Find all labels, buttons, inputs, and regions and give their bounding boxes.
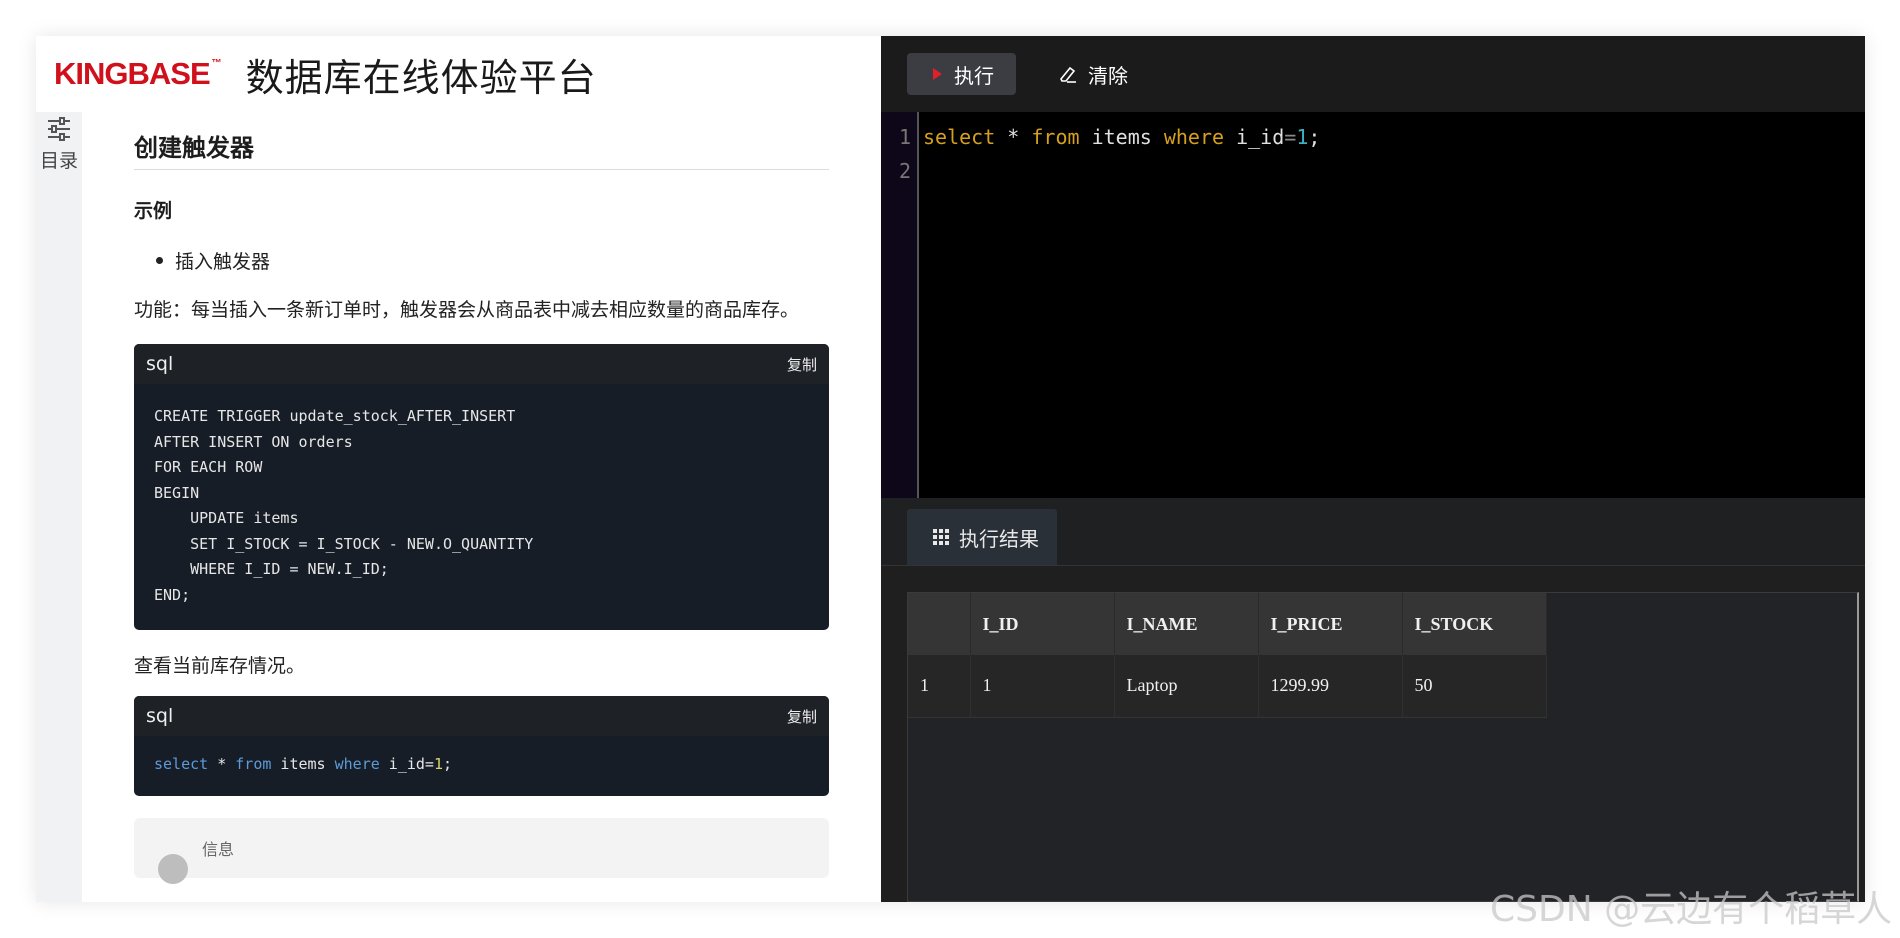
run-label: 执行: [954, 63, 994, 88]
code-keyword: where: [1163, 125, 1225, 149]
description-text-2: 查看当前库存情况。: [134, 655, 306, 677]
bullet-dot: [156, 257, 163, 264]
code-header: sql 复制: [134, 696, 829, 736]
code-number: 1: [433, 755, 443, 773]
code-text: items: [271, 755, 335, 773]
code-line: WHERE I_ID = NEW.I_ID;: [154, 560, 389, 578]
code-line: BEGIN: [154, 483, 200, 502]
kingbase-logo: KINGBASE ™: [54, 56, 222, 92]
section-heading: 创建触发器: [134, 118, 829, 170]
example-heading: 示例: [134, 200, 173, 222]
results-grid: I_ID I_NAME I_PRICE I_STOCK 1 1 Laptop 1…: [907, 592, 1859, 902]
code-line: FOR EACH ROW: [154, 458, 263, 476]
code-header: sql 复制: [134, 344, 829, 384]
results-table: I_ID I_NAME I_PRICE I_STOCK 1 1 Laptop 1…: [908, 593, 1547, 718]
line-number: 2: [898, 159, 911, 183]
toc-label: 目录: [39, 150, 78, 172]
tab-results[interactable]: 执行结果: [907, 509, 1057, 565]
code-text: *: [208, 755, 236, 773]
code-operator: =: [1284, 125, 1297, 149]
code-block-trigger: sql 复制 CREATE TRIGGER update_stock_AFTER…: [134, 344, 829, 630]
sql-workbench: 执行 清除 1 2 select * from items where i_id…: [881, 36, 1865, 902]
info-title: 信息: [202, 839, 235, 859]
editor-toolbar: 执行 清除: [881, 36, 1865, 112]
table-header-row: I_ID I_NAME I_PRICE I_STOCK: [908, 593, 1547, 655]
table-cell: 1299.99: [1258, 655, 1403, 718]
app-window: KINGBASE ™ 数据库在线体验平台 目录 创建触发器 示例 插入触发器 功…: [36, 36, 1865, 902]
watermark-text: CSDN @云边有个稻草人: [1490, 889, 1893, 930]
code-line: END;: [154, 585, 191, 604]
column-header: I_NAME: [1114, 593, 1259, 655]
table-cell: 50: [1402, 655, 1547, 718]
code-content: select * from items where i_id=1;: [134, 736, 829, 796]
doc-content: 创建触发器 示例 插入触发器 功能：每当插入一条新订单时，触发器会从商品表中减去…: [82, 112, 881, 902]
code-keyword: where: [334, 755, 380, 773]
column-header: I_STOCK: [1402, 593, 1547, 655]
copy-button[interactable]: 复制: [787, 706, 817, 727]
code-keyword: select: [923, 125, 996, 149]
info-callout: 信息: [134, 817, 829, 884]
line-number: 1: [898, 125, 911, 149]
run-button[interactable]: 执行: [907, 53, 1016, 95]
code-text: i_id=: [379, 755, 434, 773]
table-cell: 1: [908, 655, 971, 718]
info-icon: [158, 853, 188, 884]
results-tab-label: 执行结果: [959, 526, 1039, 551]
toc-toggle[interactable]: 目录: [36, 112, 82, 902]
logo-text: KINGBASE: [54, 56, 211, 91]
grid-icon: [933, 529, 949, 545]
code-language: sql: [146, 353, 174, 375]
list-item: 插入触发器: [134, 247, 829, 274]
description-text: 功能：每当插入一条新订单时，触发器会从商品表中减去相应数量的商品库存。: [134, 299, 800, 321]
code-block-select: sql 复制 select * from items where i_id=1;: [134, 696, 829, 796]
list-item-text: 插入触发器: [175, 251, 271, 273]
code-line: AFTER INSERT ON orders: [154, 432, 353, 451]
code-line: CREATE TRIGGER update_stock_AFTER_INSERT: [154, 407, 516, 425]
code-text: *: [995, 125, 1032, 149]
code-line: SET I_STOCK = I_STOCK - NEW.O_QUANTITY: [154, 534, 534, 553]
clear-label: 清除: [1088, 63, 1128, 88]
sliders-icon: [48, 117, 70, 141]
column-header: [908, 593, 971, 655]
code-text: ;: [443, 755, 453, 773]
table-cell: Laptop: [1114, 655, 1259, 718]
table-cell: 1: [970, 655, 1115, 718]
eraser-icon: [1060, 66, 1076, 83]
editor-text[interactable]: select * from items where i_id=1;: [919, 112, 1865, 498]
column-header: I_PRICE: [1258, 593, 1403, 655]
code-keyword: from: [235, 755, 272, 773]
line-gutter: 1 2: [881, 112, 919, 498]
sql-editor[interactable]: 1 2 select * from items where i_id=1;: [881, 112, 1865, 498]
column-header: I_ID: [970, 593, 1115, 655]
play-icon: [933, 68, 942, 80]
site-title: 数据库在线体验平台: [245, 55, 597, 100]
code-keyword: select: [154, 755, 209, 773]
docs-panel: KINGBASE ™ 数据库在线体验平台 目录 创建触发器 示例 插入触发器 功…: [36, 36, 881, 902]
code-language: sql: [146, 705, 174, 727]
code-keyword: from: [1031, 125, 1080, 149]
code-text: i_id: [1224, 125, 1285, 149]
table-row[interactable]: 1 1 Laptop 1299.99 50: [908, 655, 1547, 718]
code-text: items: [1079, 125, 1164, 149]
code-content: CREATE TRIGGER update_stock_AFTER_INSERT…: [134, 384, 829, 630]
results-tab-bar: 执行结果: [881, 498, 1865, 566]
header-bar: KINGBASE ™ 数据库在线体验平台: [36, 36, 881, 112]
code-number: 1: [1296, 125, 1309, 149]
code-line: UPDATE items: [154, 509, 299, 527]
clear-button[interactable]: 清除: [1058, 60, 1128, 89]
copy-button[interactable]: 复制: [787, 354, 817, 375]
logo-trademark: ™: [211, 58, 222, 69]
code-text: ;: [1308, 125, 1321, 149]
